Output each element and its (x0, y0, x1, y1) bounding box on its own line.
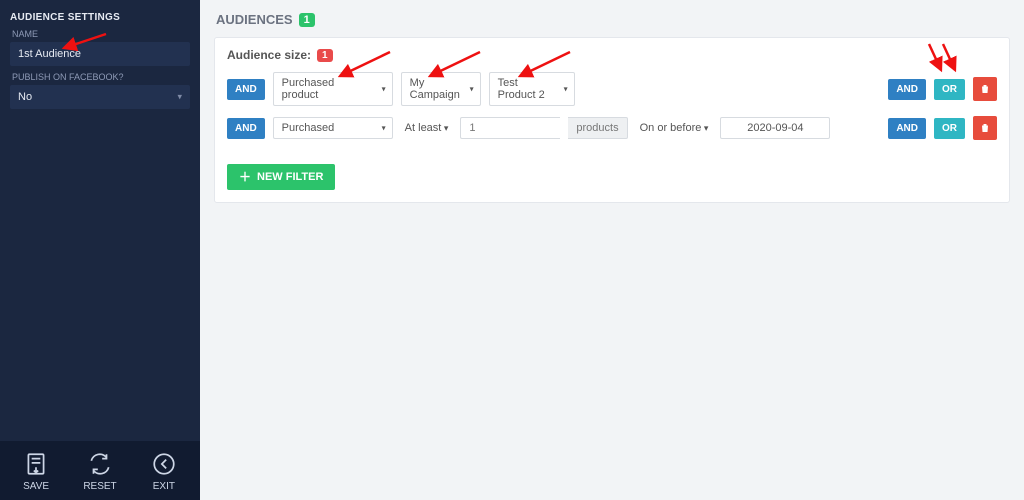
chevron-down-icon: ▾ (177, 92, 182, 103)
save-label: SAVE (23, 481, 49, 492)
page-title: AUDIENCES 1 (216, 12, 1008, 27)
filter-row-2: AND Purchased ▾ At least 1 products On or… (227, 116, 997, 140)
audience-size-row: Audience size: 1 (227, 48, 997, 62)
facebook-select[interactable]: No ▾ (10, 85, 190, 109)
chevron-down-icon: ▾ (564, 85, 568, 94)
add-and-button[interactable]: AND (888, 79, 926, 100)
audience-size-label: Audience size: (227, 48, 311, 62)
qty-unit-label: products (568, 117, 627, 139)
chevron-down-icon: ▾ (470, 85, 474, 94)
page-title-text: AUDIENCES (216, 12, 293, 27)
date-condition-select[interactable]: On or before (636, 118, 713, 138)
add-or-button[interactable]: OR (934, 79, 965, 100)
delete-row-button[interactable] (973, 77, 997, 101)
exit-label: EXIT (153, 481, 175, 492)
filter-type-value-2: Purchased (282, 122, 335, 134)
new-filter-button[interactable]: ＋ NEW FILTER (227, 164, 335, 190)
sidebar-actions: SAVE RESET EXIT (0, 441, 200, 500)
filter-panel: Audience size: 1 AND Purchased product ▾… (214, 37, 1010, 203)
audience-size-badge: 1 (317, 49, 333, 62)
campaign-select[interactable]: My Campaign ▾ (401, 72, 481, 106)
audience-count-badge: 1 (299, 13, 315, 27)
reset-label: RESET (83, 481, 116, 492)
and-tag[interactable]: AND (227, 79, 265, 100)
plus-icon: ＋ (239, 171, 251, 183)
name-input-value: 1st Audience (18, 48, 81, 60)
facebook-select-value: No (18, 91, 32, 103)
chevron-down-icon: ▾ (382, 124, 386, 133)
campaign-value: My Campaign (410, 77, 460, 101)
main-content: AUDIENCES 1 Audience size: 1 AND Purchas… (200, 0, 1024, 500)
save-button[interactable]: SAVE (23, 451, 49, 492)
sidebar: AUDIENCE SETTINGS NAME 1st Audience PUBL… (0, 0, 200, 500)
exit-icon (151, 451, 177, 477)
product-value: Test Product 2 (498, 77, 545, 101)
save-icon (23, 451, 49, 477)
chevron-down-icon: ▾ (382, 85, 386, 94)
settings-heading: AUDIENCE SETTINGS (10, 12, 190, 23)
name-input[interactable]: 1st Audience (10, 42, 190, 66)
trash-icon (979, 83, 991, 95)
filter-row-1: AND Purchased product ▾ My Campaign ▾ Te… (227, 72, 997, 106)
product-select[interactable]: Test Product 2 ▾ (489, 72, 575, 106)
delete-row-button[interactable] (973, 116, 997, 140)
qty-condition-select[interactable]: At least (401, 118, 453, 138)
new-filter-label: NEW FILTER (257, 171, 323, 183)
reset-button[interactable]: RESET (83, 451, 116, 492)
filter-type-select-2[interactable]: Purchased ▾ (273, 117, 393, 139)
and-tag[interactable]: AND (227, 118, 265, 139)
reset-icon (87, 451, 113, 477)
add-and-button[interactable]: AND (888, 118, 926, 139)
exit-button[interactable]: EXIT (151, 451, 177, 492)
date-input[interactable]: 2020-09-04 (720, 117, 830, 139)
qty-input[interactable]: 1 (460, 117, 560, 139)
trash-icon (979, 122, 991, 134)
facebook-label: PUBLISH ON FACEBOOK? (12, 72, 188, 82)
name-label: NAME (12, 29, 188, 39)
filter-type-value: Purchased product (282, 77, 335, 101)
add-or-button[interactable]: OR (934, 118, 965, 139)
filter-type-select[interactable]: Purchased product ▾ (273, 72, 393, 106)
